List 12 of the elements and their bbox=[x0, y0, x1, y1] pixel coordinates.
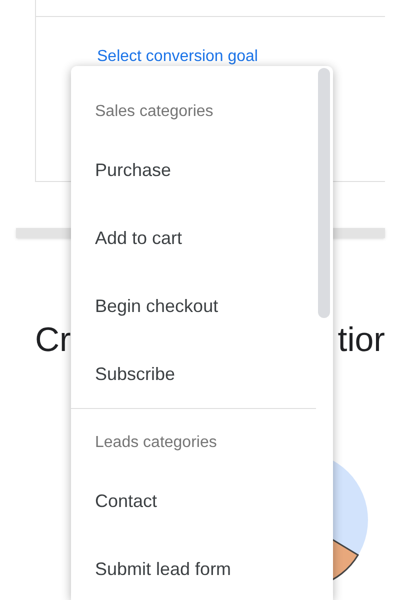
menu-item[interactable]: Purchase bbox=[95, 156, 172, 184]
conversion-goal-link[interactable]: Select conversion goal bbox=[97, 48, 258, 65]
section-heading: Cr bbox=[35, 320, 71, 360]
menu-item[interactable]: Add to cart bbox=[95, 224, 182, 252]
category-header: Sales categories bbox=[95, 102, 214, 122]
menu-item[interactable]: Contact bbox=[95, 488, 158, 514]
menu-item[interactable]: Begin checkout bbox=[95, 292, 218, 320]
menu-item[interactable]: Subscribe bbox=[95, 360, 176, 388]
scrollbar-thumb[interactable] bbox=[318, 68, 330, 318]
menu-item[interactable]: Submit lead form bbox=[95, 556, 232, 582]
category-header: Leads categories bbox=[95, 433, 217, 453]
section-heading: tior bbox=[338, 320, 385, 360]
